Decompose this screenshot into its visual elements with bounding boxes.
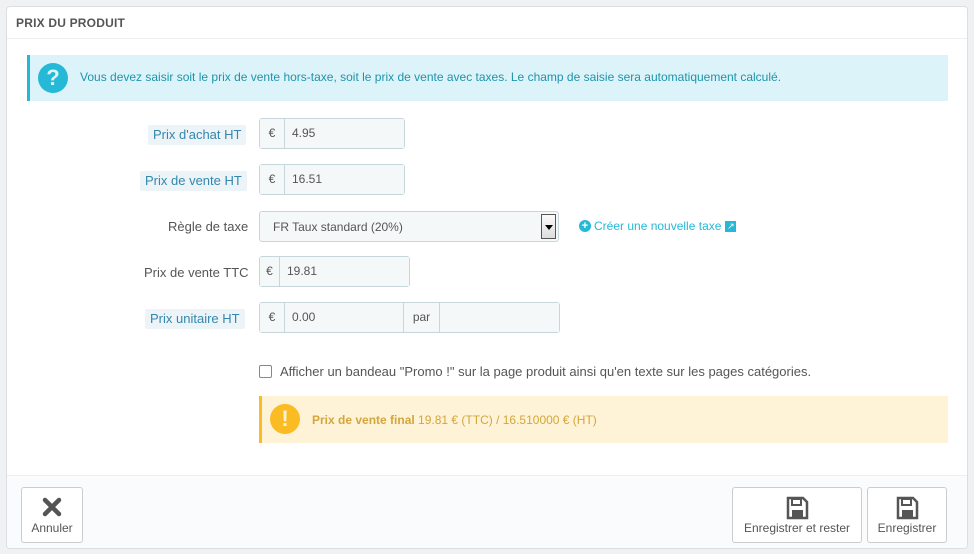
save-and-stay-label: Enregistrer et rester <box>743 521 851 535</box>
final-price-text: Prix de vente final 19.81 € (TTC) / 16.5… <box>312 413 597 427</box>
save-label: Enregistrer <box>877 521 937 535</box>
unit-price-input[interactable]: 0.00 <box>285 303 403 332</box>
plus-circle-icon: + <box>579 220 591 232</box>
external-link-icon: ↗ <box>725 220 737 232</box>
final-price-value: 19.81 € (TTC) / 16.510000 € (HT) <box>418 413 597 427</box>
price-ttc-group: € 19.81 <box>259 256 410 287</box>
unity-input[interactable] <box>440 303 559 332</box>
info-alert-text: Vous devez saisir soit le prix de vente … <box>80 70 782 84</box>
tax-rule-select[interactable]: FR Taux standard (20%) <box>259 211 559 242</box>
save-and-stay-button[interactable]: Enregistrer et rester <box>732 487 862 543</box>
final-price-label: Prix de vente final <box>312 413 415 427</box>
price-ttc-input[interactable]: 19.81 <box>280 257 409 286</box>
question-icon: ? <box>38 63 68 93</box>
tax-rule-selected: FR Taux standard (20%) <box>273 220 403 234</box>
chevron-down-icon[interactable] <box>541 214 556 239</box>
exclamation-icon: ! <box>270 404 300 434</box>
currency-addon: € <box>260 303 285 332</box>
currency-addon: € <box>260 165 285 194</box>
panel-title: PRIX DU PRODUIT <box>7 7 967 39</box>
panel-footer: Annuler Enregistrer et rester Enregistre… <box>7 475 967 548</box>
unit-price-label[interactable]: Prix unitaire HT <box>145 309 245 329</box>
on-sale-checkbox[interactable] <box>259 365 272 378</box>
tax-rule-label: Règle de taxe <box>168 219 249 234</box>
save-icon <box>733 496 861 520</box>
info-alert: ? Vous devez saisir soit le prix de vent… <box>27 55 948 101</box>
wholesale-price-label[interactable]: Prix d'achat HT <box>148 125 247 145</box>
price-ttc-label: Prix de vente TTC <box>144 265 249 280</box>
product-price-panel: PRIX DU PRODUIT ? Vous devez saisir soit… <box>6 6 968 549</box>
currency-addon: € <box>260 119 285 148</box>
create-tax-label: Créer une nouvelle taxe <box>594 219 722 233</box>
currency-addon: € <box>260 257 280 286</box>
save-icon <box>868 496 946 520</box>
cancel-button[interactable]: Annuler <box>21 487 83 543</box>
price-ht-input[interactable]: 16.51 <box>285 165 404 194</box>
price-ht-label[interactable]: Prix de vente HT <box>140 171 247 191</box>
per-addon: par <box>403 303 440 332</box>
on-sale-row: Afficher un bandeau "Promo !" sur la pag… <box>259 364 811 379</box>
wholesale-price-group: € 4.95 <box>259 118 405 149</box>
final-price-alert: ! Prix de vente final 19.81 € (TTC) / 16… <box>259 396 948 443</box>
cancel-label: Annuler <box>31 521 73 535</box>
close-icon <box>22 496 82 520</box>
price-ht-group: € 16.51 <box>259 164 405 195</box>
on-sale-label[interactable]: Afficher un bandeau "Promo !" sur la pag… <box>280 364 811 379</box>
unit-price-group: € 0.00 par <box>259 302 560 333</box>
save-button[interactable]: Enregistrer <box>867 487 947 543</box>
wholesale-price-input[interactable]: 4.95 <box>285 119 404 148</box>
create-tax-link[interactable]: + Créer une nouvelle taxe ↗ <box>579 219 737 233</box>
